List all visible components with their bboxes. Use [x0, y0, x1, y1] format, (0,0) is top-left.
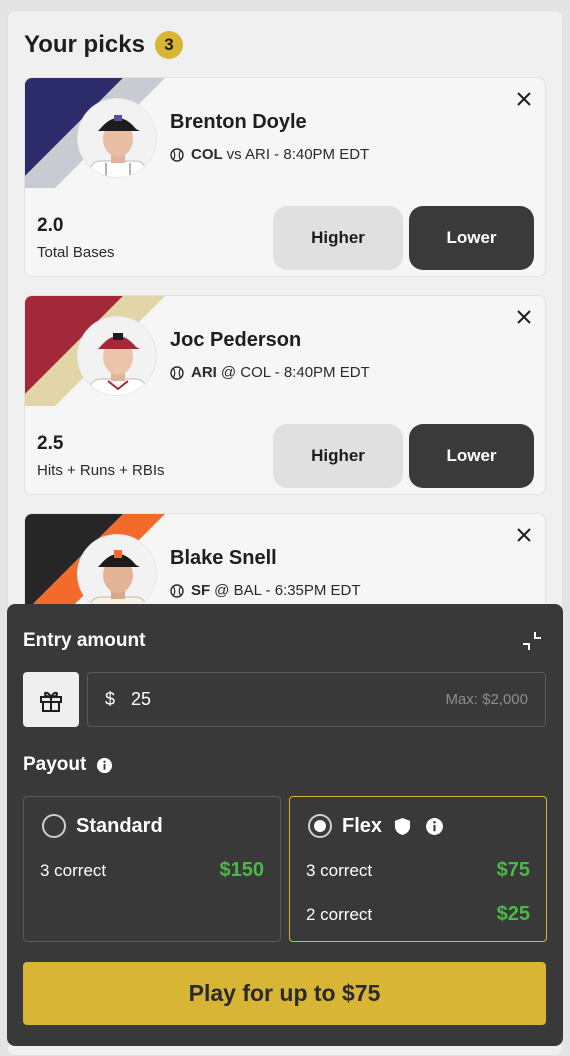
payout-heading: Payout — [23, 754, 113, 776]
player-avatar — [77, 316, 157, 396]
stat-type-label: Total Bases — [37, 244, 115, 261]
entry-amount-input[interactable] — [131, 689, 332, 710]
entry-amount-field[interactable]: $ Max: $2,000 — [87, 672, 546, 727]
play-button[interactable]: Play for up to $75 — [23, 962, 546, 1025]
remove-pick-button[interactable] — [513, 524, 535, 546]
stat-type-label: Hits + Runs + RBIs — [37, 462, 165, 479]
team-abbr: SF — [191, 582, 211, 599]
currency-symbol: $ — [105, 689, 116, 709]
picks-count-badge: 3 — [154, 31, 183, 59]
player-avatar — [77, 98, 157, 178]
collapse-drawer-button[interactable] — [521, 630, 543, 652]
entry-amount-label: Entry amount — [23, 630, 146, 651]
pick-card: Joc Pederson ARI @ COL - 8:40PM EDT 2.5 … — [24, 295, 546, 495]
remove-pick-button[interactable] — [513, 88, 535, 110]
option-title: Flex — [342, 815, 444, 838]
payout-row-amount: $25 — [496, 903, 530, 925]
remove-pick-button[interactable] — [513, 306, 535, 328]
lower-button[interactable]: Lower — [409, 424, 534, 488]
game-details: @ BAL - 6:35PM EDT — [214, 582, 361, 599]
info-icon[interactable] — [96, 757, 113, 774]
team-abbr: COL — [191, 146, 223, 163]
game-details: @ COL - 8:40PM EDT — [220, 364, 370, 381]
baseball-icon — [170, 147, 184, 162]
close-icon — [517, 310, 531, 324]
radio-standard[interactable] — [42, 814, 66, 838]
close-icon — [517, 92, 531, 106]
payout-row-label: 3 correct — [306, 861, 373, 880]
option-title: Standard — [76, 815, 163, 837]
player-name: Brenton Doyle — [170, 111, 307, 133]
payout-row-label: 2 correct — [306, 905, 373, 924]
gift-icon — [40, 691, 62, 712]
collapse-icon — [523, 632, 541, 650]
baseball-icon — [170, 583, 184, 598]
payout-row-amount: $75 — [496, 859, 530, 881]
shield-icon — [394, 818, 411, 835]
page-title: Your picks — [24, 31, 145, 58]
radio-flex[interactable] — [308, 814, 332, 838]
option-title-text: Flex — [342, 815, 383, 837]
info-icon[interactable] — [425, 817, 444, 836]
stat-line-value: 2.0 — [37, 215, 64, 236]
higher-button[interactable]: Higher — [273, 206, 403, 270]
entry-drawer: Entry amount $ Max: $2,000 Payout Standa… — [7, 604, 563, 1046]
baseball-icon — [170, 365, 184, 380]
gift-promo-button[interactable] — [23, 672, 79, 727]
close-icon — [517, 528, 531, 542]
picks-header: Your picks 3 — [24, 31, 183, 59]
player-name: Joc Pederson — [170, 329, 302, 351]
payout-row-amount: $150 — [219, 859, 265, 881]
player-avatar — [77, 534, 157, 614]
player-name: Blake Snell — [170, 547, 277, 569]
payout-option-standard[interactable]: Standard 3 correct $150 — [23, 796, 281, 942]
payout-label: Payout — [23, 754, 87, 775]
pick-card: Brenton Doyle COL vs ARI - 8:40PM EDT 2.… — [24, 77, 546, 277]
stat-line-value: 2.5 — [37, 433, 64, 454]
matchup-info: COL vs ARI - 8:40PM EDT — [170, 146, 369, 163]
higher-button[interactable]: Higher — [273, 424, 403, 488]
max-amount-label: Max: $2,000 — [445, 691, 528, 708]
matchup-info: ARI @ COL - 8:40PM EDT — [170, 364, 370, 381]
game-details: vs ARI - 8:40PM EDT — [226, 146, 370, 163]
matchup-info: SF @ BAL - 6:35PM EDT — [170, 582, 361, 599]
payout-option-flex[interactable]: Flex 3 correct $75 2 correct $25 — [289, 796, 547, 942]
team-abbr: ARI — [191, 364, 217, 381]
lower-button[interactable]: Lower — [409, 206, 534, 270]
payout-row-label: 3 correct — [40, 861, 107, 880]
